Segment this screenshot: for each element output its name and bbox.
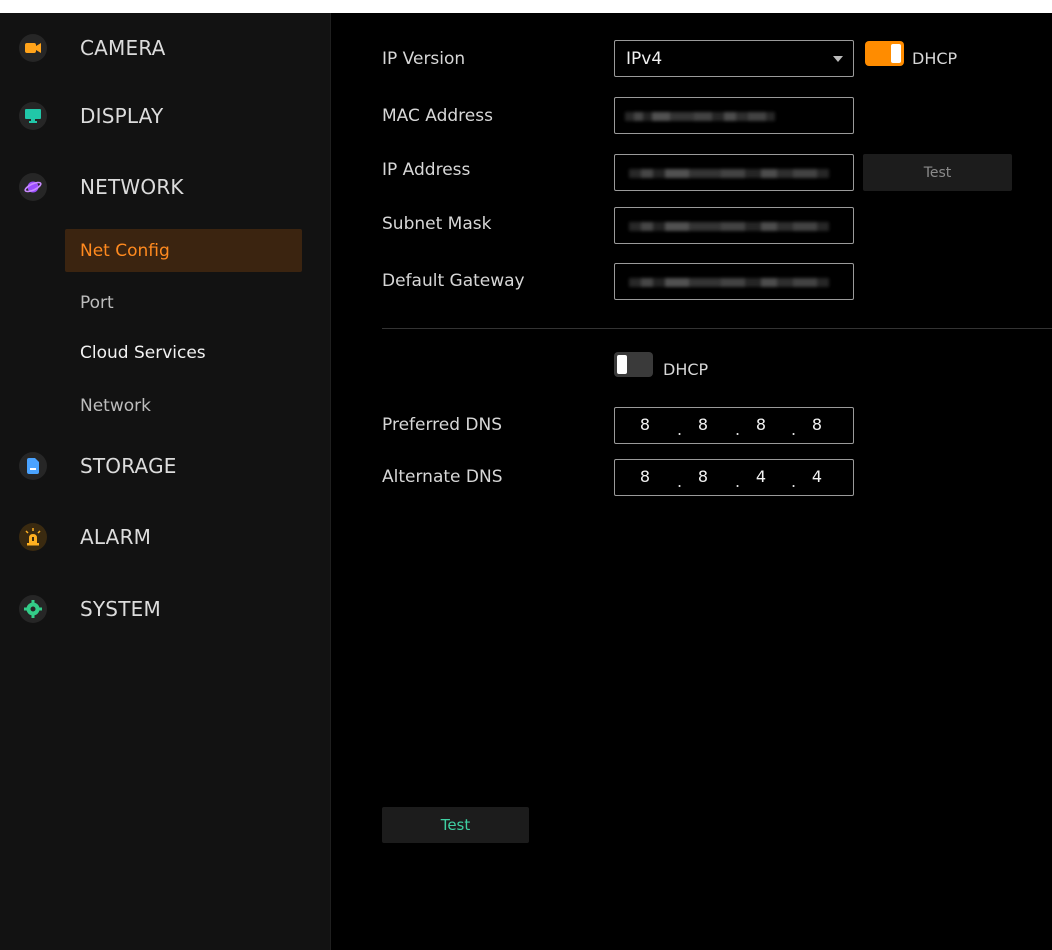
- blurred-value: [629, 278, 829, 287]
- mac-address-field: [614, 97, 854, 134]
- octet-separator: .: [791, 420, 797, 439]
- default-gateway-field[interactable]: [614, 263, 854, 300]
- nav-system[interactable]: SYSTEM: [0, 584, 331, 634]
- octet-separator: .: [677, 472, 683, 491]
- dns-octet[interactable]: 8: [805, 415, 829, 434]
- dns-dhcp-label: DHCP: [663, 360, 709, 379]
- dns-octet[interactable]: 8: [633, 467, 657, 486]
- mac-address-label: MAC Address: [382, 106, 493, 126]
- subnet-mask-label: Subnet Mask: [382, 214, 492, 234]
- dns-octet[interactable]: 8: [633, 415, 657, 434]
- dns-octet[interactable]: 8: [691, 415, 715, 434]
- alternate-dns-label: Alternate DNS: [382, 467, 503, 487]
- camera-icon: [19, 34, 47, 62]
- nav-alarm[interactable]: ALARM: [0, 512, 331, 562]
- dhcp-label: DHCP: [912, 49, 958, 68]
- octet-separator: .: [735, 472, 741, 491]
- nav-cloud-services[interactable]: Cloud Services: [65, 331, 302, 374]
- alarm-light-icon: [19, 523, 47, 551]
- app-screen: CAMERA DISPLAY NETWORK Net Config Port C…: [0, 13, 1052, 950]
- subnet-mask-field[interactable]: [614, 207, 854, 244]
- ip-test-button[interactable]: Test: [863, 154, 1012, 191]
- nav-system-label: SYSTEM: [80, 597, 161, 621]
- nav-port[interactable]: Port: [65, 281, 302, 324]
- sidebar: CAMERA DISPLAY NETWORK Net Config Port C…: [0, 13, 331, 950]
- blurred-value: [625, 112, 775, 121]
- planet-icon: [19, 173, 47, 201]
- storage-icon: [19, 452, 47, 480]
- nav-display[interactable]: DISPLAY: [0, 91, 331, 141]
- test-button[interactable]: Test: [382, 807, 529, 843]
- nav-storage-label: STORAGE: [80, 454, 177, 478]
- nav-display-label: DISPLAY: [80, 104, 164, 128]
- octet-separator: .: [677, 420, 683, 439]
- ip-address-field[interactable]: [614, 154, 854, 191]
- dns-dhcp-toggle[interactable]: [614, 352, 653, 377]
- preferred-dns-field[interactable]: 8 . 8 . 8 . 8: [614, 407, 854, 444]
- octet-separator: .: [735, 420, 741, 439]
- net-config-panel: IP Version IPv4 DHCP MAC Address IP Addr…: [332, 13, 1052, 950]
- dns-octet[interactable]: 8: [691, 467, 715, 486]
- nav-network-item[interactable]: Network: [65, 384, 302, 427]
- octet-separator: .: [791, 472, 797, 491]
- ip-version-label: IP Version: [382, 49, 466, 69]
- dns-octet[interactable]: 4: [749, 467, 773, 486]
- nav-camera[interactable]: CAMERA: [0, 23, 331, 73]
- blurred-value: [629, 169, 829, 178]
- nav-network[interactable]: NETWORK: [0, 162, 331, 212]
- preferred-dns-label: Preferred DNS: [382, 415, 503, 435]
- ip-version-select[interactable]: IPv4: [614, 40, 854, 77]
- gear-icon: [19, 595, 47, 623]
- dhcp-toggle[interactable]: [865, 41, 904, 66]
- blurred-value: [629, 222, 829, 231]
- dns-octet[interactable]: 4: [805, 467, 829, 486]
- nav-net-config[interactable]: Net Config: [65, 229, 302, 272]
- default-gateway-label: Default Gateway: [382, 271, 525, 291]
- section-divider: [382, 328, 1052, 329]
- ip-version-value: IPv4: [626, 48, 663, 69]
- nav-network-label: NETWORK: [80, 175, 184, 199]
- chevron-down-icon: [833, 56, 843, 62]
- nav-storage[interactable]: STORAGE: [0, 441, 331, 491]
- ip-address-label: IP Address: [382, 160, 471, 180]
- nav-alarm-label: ALARM: [80, 525, 152, 549]
- nav-camera-label: CAMERA: [80, 36, 166, 60]
- dns-octet[interactable]: 8: [749, 415, 773, 434]
- alternate-dns-field[interactable]: 8 . 8 . 4 . 4: [614, 459, 854, 496]
- toggle-knob: [891, 44, 901, 63]
- toggle-knob: [617, 355, 627, 374]
- monitor-icon: [19, 102, 47, 130]
